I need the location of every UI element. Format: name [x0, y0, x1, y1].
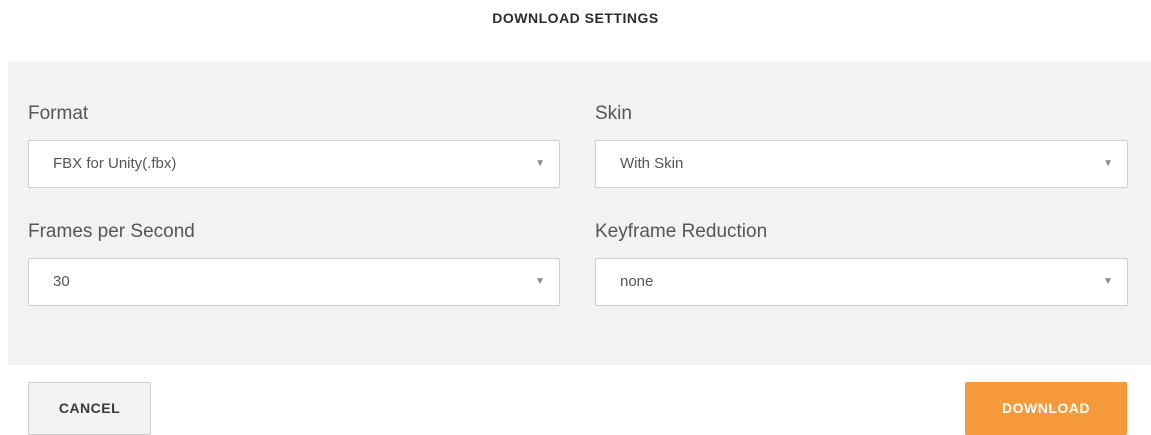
format-field: Format FBX for Unity(.fbx) ▼	[28, 102, 560, 188]
skin-select[interactable]: With Skin ▼	[595, 140, 1128, 188]
fps-select-value: 30	[53, 273, 70, 290]
skin-label: Skin	[595, 103, 632, 124]
settings-panel: Format FBX for Unity(.fbx) ▼ Skin With S…	[8, 62, 1151, 365]
format-select-value: FBX for Unity(.fbx)	[53, 155, 177, 172]
keyframe-reduction-select-value: none	[620, 273, 654, 290]
skin-select-value: With Skin	[620, 155, 684, 172]
keyframe-reduction-select[interactable]: none ▼	[595, 258, 1128, 306]
download-settings-dialog: DOWNLOAD SETTINGS Format FBX for Unity(.…	[0, 0, 1151, 435]
dialog-title: DOWNLOAD SETTINGS	[492, 10, 659, 26]
chevron-down-icon: ▼	[535, 158, 545, 169]
skin-field: Skin With Skin ▼	[595, 102, 1128, 188]
format-label: Format	[28, 103, 89, 124]
fps-select[interactable]: 30 ▼	[28, 258, 560, 306]
chevron-down-icon: ▼	[535, 276, 545, 287]
format-select[interactable]: FBX for Unity(.fbx) ▼	[28, 140, 560, 188]
fps-label: Frames per Second	[28, 221, 195, 242]
keyframe-reduction-label: Keyframe Reduction	[595, 221, 768, 242]
fps-field: Frames per Second 30 ▼	[28, 220, 560, 306]
chevron-down-icon: ▼	[1103, 158, 1113, 169]
download-button[interactable]: DOWNLOAD	[965, 382, 1127, 435]
cancel-button[interactable]: CANCEL	[28, 382, 151, 435]
chevron-down-icon: ▼	[1103, 276, 1113, 287]
keyframe-reduction-field: Keyframe Reduction none ▼	[595, 220, 1128, 306]
